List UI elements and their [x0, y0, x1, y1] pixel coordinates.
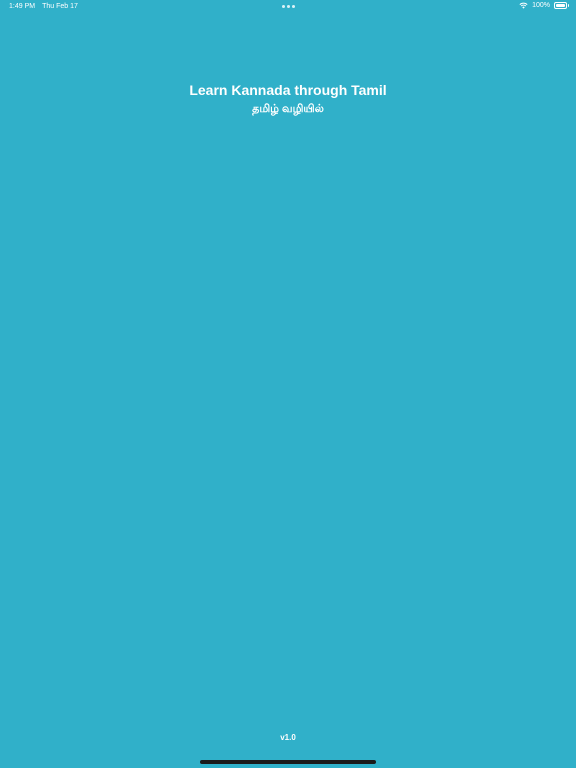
battery-fill: [556, 4, 565, 7]
status-time: 1:49 PM: [9, 3, 36, 10]
wifi-icon: [519, 2, 528, 9]
dot: [282, 5, 285, 8]
multitasking-dots-icon[interactable]: [282, 5, 295, 8]
version-label: v1.0: [280, 733, 296, 742]
dot: [292, 5, 295, 8]
battery-percent: 100%: [532, 2, 550, 9]
status-right: 100%: [519, 2, 569, 9]
battery-tip: [568, 4, 569, 7]
app-title: Learn Kannada through Tamil: [189, 82, 387, 98]
home-indicator[interactable]: [200, 760, 376, 764]
dot: [287, 5, 290, 8]
status-bar: 1:49 PM Thu Feb 17 100%: [0, 0, 576, 14]
app-subtitle: தமிழ் வழியில்: [252, 103, 324, 115]
status-date: Thu Feb 17: [42, 3, 78, 10]
title-block: Learn Kannada through Tamil தமிழ் வழியில…: [0, 81, 576, 116]
status-left: 1:49 PM Thu Feb 17: [9, 3, 78, 10]
battery-icon: [554, 2, 569, 9]
